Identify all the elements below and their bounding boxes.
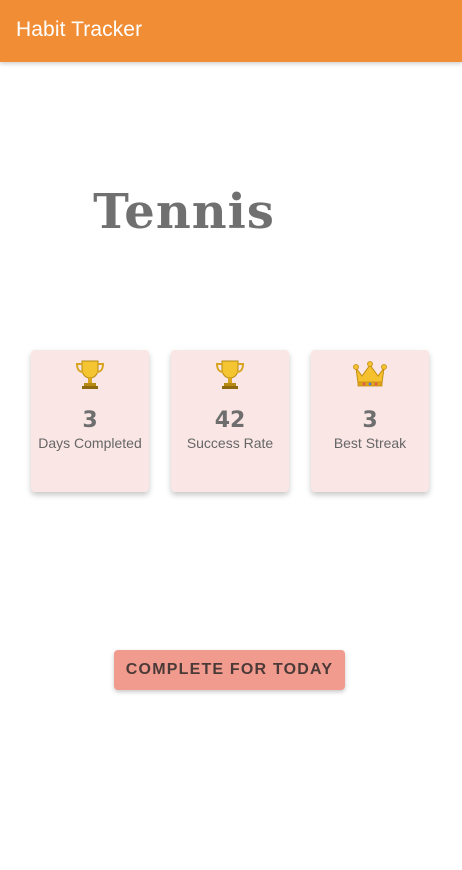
stats-row: 3 Days Completed 42 Success Rate 3 Best … <box>0 350 462 500</box>
app-title: Habit Tracker <box>16 18 143 41</box>
crown-icon <box>311 356 429 392</box>
stat-label: Days Completed <box>38 435 142 451</box>
stat-value: 42 <box>214 408 246 433</box>
trophy-icon <box>171 356 289 392</box>
habit-name: Tennis <box>93 184 275 240</box>
complete-for-today-button[interactable]: COMPLETE FOR TODAY <box>114 650 345 690</box>
app-bar: Habit Tracker <box>0 0 462 62</box>
trophy-icon <box>31 356 149 392</box>
stat-label: Success Rate <box>186 435 274 451</box>
stat-value: 3 <box>362 408 378 433</box>
stat-card-success-rate: 42 Success Rate <box>171 350 289 492</box>
stat-label: Best Streak <box>333 435 407 451</box>
stat-card-best-streak: 3 Best Streak <box>311 350 429 492</box>
stat-card-days-completed: 3 Days Completed <box>31 350 149 492</box>
stat-value: 3 <box>82 408 98 433</box>
